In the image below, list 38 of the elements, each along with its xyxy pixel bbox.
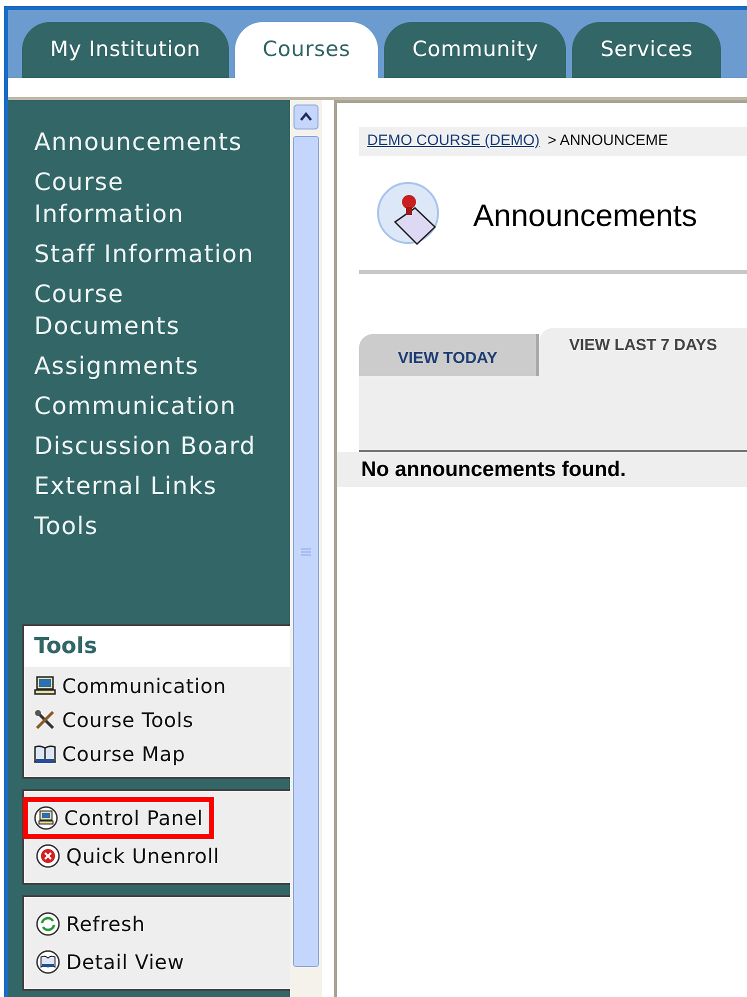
breadcrumb-current: > ANNOUNCEME — [548, 131, 668, 151]
view-tab[interactable]: VIEW TODAY — [359, 334, 540, 376]
breadcrumb-link[interactable]: DEMO COURSE (DEMO) — [367, 130, 540, 152]
scroll-up-icon[interactable] — [293, 104, 320, 130]
tool-link[interactable]: Control Panel — [28, 802, 210, 834]
sidebar-link[interactable]: Staff Information — [34, 238, 270, 270]
computer-icon — [34, 806, 58, 830]
tool-link[interactable]: Course Tools — [28, 704, 200, 736]
nav-tab[interactable]: Courses — [234, 22, 378, 78]
tool-link[interactable]: Course Map — [28, 738, 192, 770]
sidebar-link[interactable]: Course Information — [34, 166, 270, 230]
panel-heading: Tools — [24, 626, 290, 667]
tool-link[interactable]: Quick Unenroll — [30, 840, 226, 872]
page-title: Announcements — [473, 197, 698, 236]
sidebar-link[interactable]: Tools — [34, 510, 270, 542]
nav-tab[interactable]: Community — [384, 22, 566, 78]
sidebar-link[interactable]: External Links — [34, 470, 270, 502]
tools-icon — [34, 709, 56, 731]
nav-tab[interactable]: Services — [572, 22, 721, 78]
sidebar-link[interactable]: Course Documents — [34, 278, 270, 342]
grip-icon — [301, 548, 312, 556]
scroll-thumb[interactable] — [293, 136, 320, 967]
sidebar-link[interactable]: Discussion Board — [34, 430, 270, 462]
tool-link[interactable]: Communication — [28, 670, 232, 702]
sidebar-link[interactable]: Assignments — [34, 350, 270, 382]
book-icon — [36, 950, 60, 974]
nav-tab[interactable]: My Institution — [22, 22, 229, 78]
refresh-icon — [36, 912, 60, 936]
tool-link[interactable]: Detail View — [30, 946, 190, 978]
view-tab[interactable]: VIEW LAST 7 DAYS — [539, 328, 747, 376]
tool-link[interactable]: Refresh — [30, 908, 152, 940]
scrollbar[interactable] — [290, 100, 322, 997]
empty-message: No announcements found. — [337, 452, 747, 487]
computer-icon — [34, 676, 56, 696]
sidebar-link[interactable]: Communication — [34, 390, 270, 422]
book-icon — [34, 744, 56, 764]
cancel-icon — [36, 844, 60, 868]
sidebar-link[interactable]: Announcements — [34, 126, 270, 158]
